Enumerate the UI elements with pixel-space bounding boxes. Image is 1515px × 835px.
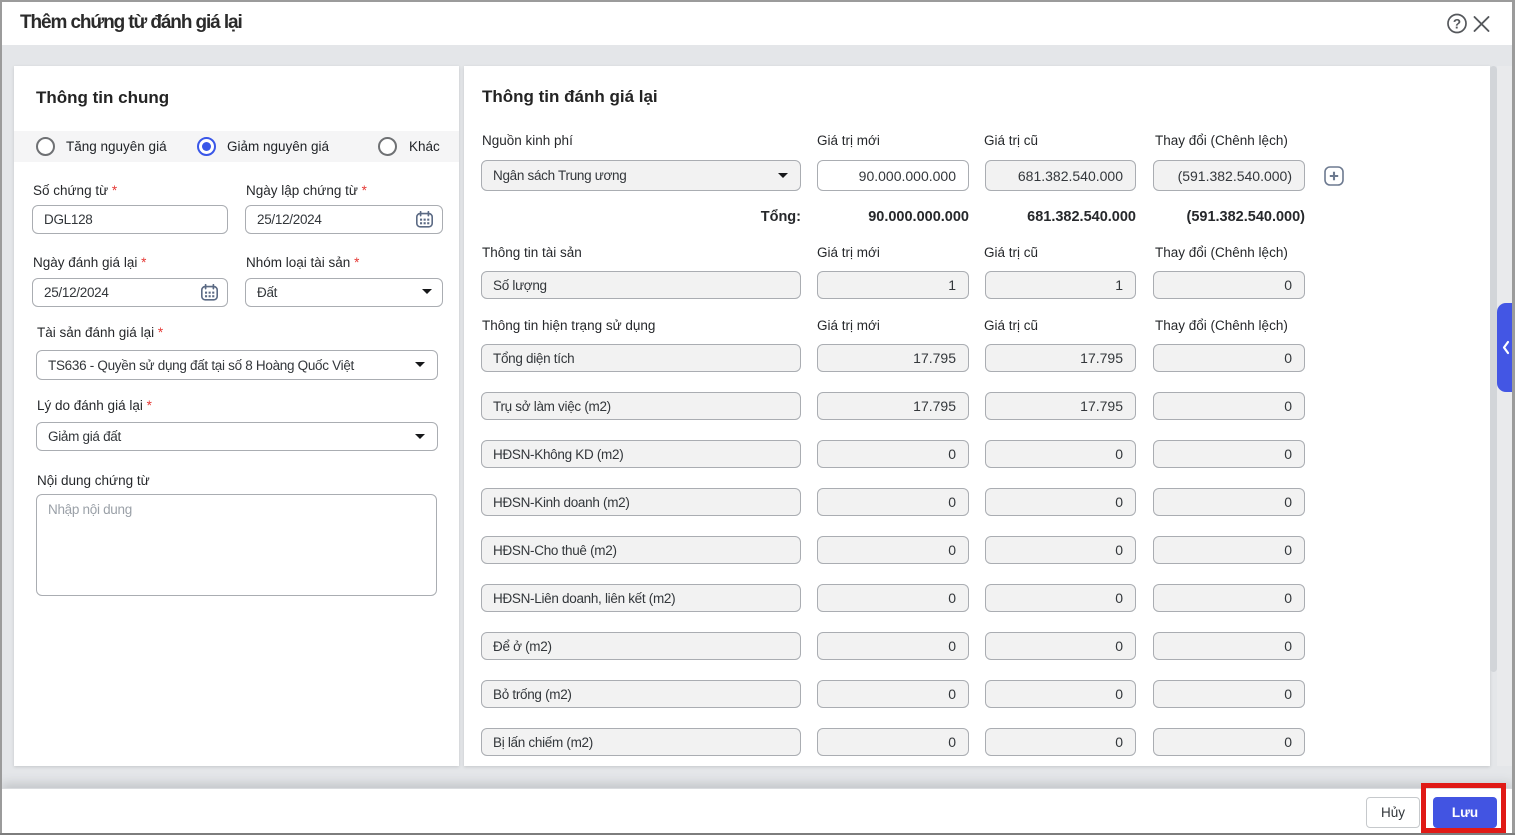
svg-text:?: ? bbox=[1453, 17, 1461, 32]
